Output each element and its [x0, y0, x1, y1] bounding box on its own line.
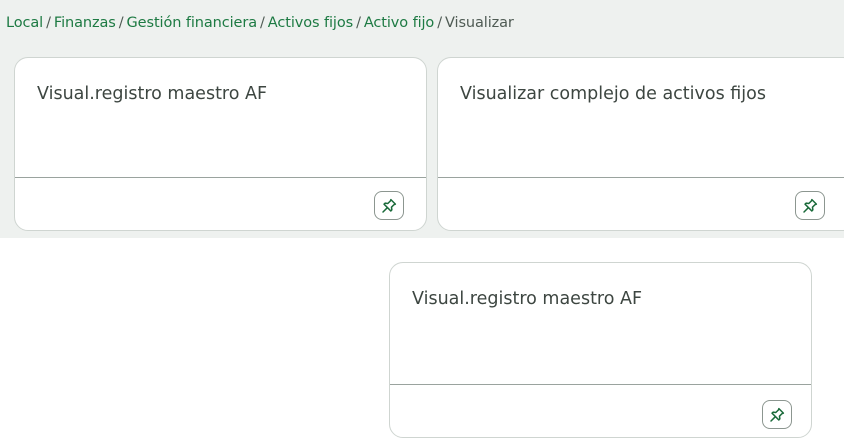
breadcrumb-separator: /: [260, 15, 265, 31]
breadcrumb-activo-fijo[interactable]: Activo fijo: [364, 15, 434, 31]
tile-divider: [438, 177, 844, 178]
tile-group-panel: Local / Finanzas / Gestión financiera / Activo…: [0, 0, 844, 238]
pin-button[interactable]: [762, 400, 792, 429]
breadcrumb-separator: /: [118, 15, 124, 31]
breadcrumb-local[interactable]: Local: [6, 15, 43, 31]
breadcrumb: Local / Finanzas / Gestión financiera / Activo…: [6, 15, 514, 31]
tile-title: Visual.registro maestro AF: [37, 84, 268, 104]
pin-button[interactable]: [374, 191, 404, 220]
pin-icon: [770, 407, 785, 422]
pin-icon: [382, 198, 397, 213]
breadcrumb-current: Visualizar: [445, 15, 514, 31]
app-tile-visualizar-complejo-activos-fijos[interactable]: Visualizar complejo de activos fijos: [437, 57, 844, 231]
pin-icon: [803, 198, 818, 213]
breadcrumb-gestion-financiera[interactable]: Gestión financiera: [127, 15, 258, 31]
pin-button[interactable]: [795, 191, 825, 220]
breadcrumb-finanzas[interactable]: Finanzas: [54, 15, 116, 31]
breadcrumb-separator: /: [46, 15, 51, 31]
app-tile-visual-registro-maestro-af[interactable]: Visual.registro maestro AF: [14, 57, 427, 231]
app-tile-visual-registro-maestro-af[interactable]: Visual.registro maestro AF: [389, 262, 812, 438]
tile-divider: [15, 177, 426, 178]
tile-title: Visualizar complejo de activos fijos: [460, 84, 766, 104]
tile-title: Visual.registro maestro AF: [412, 289, 643, 309]
tile-divider: [390, 384, 811, 385]
breadcrumb-separator: /: [356, 15, 361, 31]
breadcrumb-activos-fijos[interactable]: Activos fijos: [268, 15, 353, 31]
breadcrumb-separator: /: [437, 15, 443, 31]
